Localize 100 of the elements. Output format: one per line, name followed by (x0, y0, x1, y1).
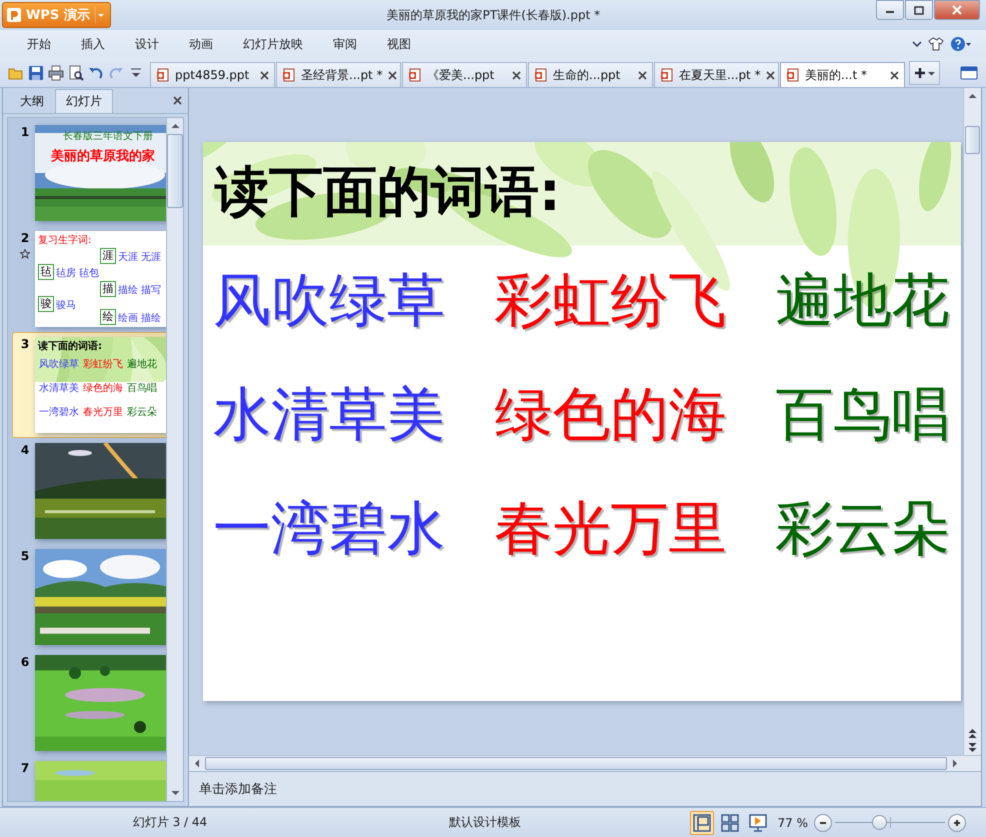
slide-word: 水清草美 (213, 382, 446, 446)
window-title: 美丽的草原我的家PT课件(长春版).ppt * (386, 6, 602, 24)
slide-word: 彩云朵 (776, 496, 951, 560)
slide-word: 水清草美 (39, 382, 79, 395)
slide-word: 彩虹纷飞 (83, 358, 123, 371)
character: 涯 (100, 248, 116, 264)
slide-number: 7 (20, 761, 30, 775)
wps-logo-icon (7, 8, 21, 22)
presentation-file-icon (156, 68, 170, 82)
slide-word: 春光万里 (83, 406, 123, 419)
zoom-out-button[interactable] (814, 814, 832, 832)
slide-counter: 幻灯片 3 / 44 (132, 814, 208, 831)
menu-item[interactable]: 动画 (174, 36, 228, 52)
close-button[interactable] (934, 0, 980, 20)
slide-word: 风吹绿草 (213, 268, 446, 332)
slide-word: 绿色的海 (83, 382, 123, 395)
zoom-in-button[interactable] (948, 814, 966, 832)
printer-icon[interactable] (48, 64, 64, 80)
slide-number: 2 (20, 231, 30, 245)
notes-placeholder[interactable]: 单击添加备注 (199, 780, 277, 798)
word-pair: 描绘 描写 (118, 284, 162, 297)
view-button[interactable] (690, 810, 714, 834)
slide-number: 1 (20, 125, 30, 139)
print-preview-icon[interactable] (68, 64, 84, 80)
maximize-button[interactable] (905, 0, 933, 20)
scroll-up-icon[interactable] (968, 92, 977, 100)
caret-icon (94, 7, 106, 23)
slide-number: 3 (20, 337, 30, 351)
slide-word: 彩虹纷飞 (494, 268, 728, 332)
slide-word: 绿色的海 (494, 382, 728, 446)
menu-item[interactable]: 开始 (12, 36, 66, 52)
slide-thumbnail[interactable]: 长春版三年语文下册 美丽的草原我的家 (35, 125, 166, 221)
character: 毡 (38, 264, 54, 280)
character: 绘 (100, 309, 116, 325)
panel-tab[interactable]: 大纲 (9, 89, 55, 113)
grid-view-icon (720, 812, 740, 832)
document-tab[interactable]: 圣经背景...pt * (276, 62, 401, 87)
slide-word: 一湾碧水 (213, 496, 446, 560)
slide-number: 5 (20, 549, 30, 563)
zoom-reading: 77 % (778, 816, 808, 830)
document-tab[interactable]: 在夏天里...pt * (654, 62, 779, 87)
close-tab-icon[interactable] (638, 70, 647, 80)
scroll-right-icon[interactable] (951, 759, 959, 768)
menu-item[interactable]: 插入 (66, 36, 120, 52)
menu-item[interactable]: 审阅 (318, 36, 372, 52)
new-tab-button[interactable] (909, 60, 940, 84)
close-icon[interactable] (173, 96, 182, 105)
scroll-down-icon[interactable] (170, 789, 180, 797)
minimize-button[interactable] (876, 0, 904, 20)
slide-word: 一湾碧水 (39, 406, 79, 419)
close-tab-icon[interactable] (766, 70, 775, 80)
character: 描 (100, 281, 116, 297)
slide-word: 百鸟唱 (127, 382, 157, 395)
document-tab[interactable]: 生命的...ppt (528, 62, 653, 87)
document-tab[interactable]: 《爱美...ppt (402, 62, 527, 87)
scrollbar-thumb[interactable] (167, 134, 183, 208)
slide-number: 6 (20, 655, 30, 669)
close-tab-icon[interactable] (890, 70, 899, 80)
next-slide-icon[interactable] (968, 742, 977, 752)
layout-icon[interactable] (960, 66, 978, 80)
close-tab-icon[interactable] (388, 70, 397, 80)
document-tab[interactable]: 美丽的...t * (780, 62, 905, 87)
slide-title: 读下面的词语: (38, 340, 102, 353)
scrollbar-thumb[interactable] (205, 757, 947, 770)
slideshow-icon (748, 812, 768, 832)
presentation-file-icon (660, 68, 674, 82)
close-tab-icon[interactable] (512, 70, 521, 80)
menu-item[interactable]: 幻灯片放映 (228, 36, 318, 52)
scrollbar-thumb[interactable] (965, 126, 980, 154)
shirt-icon[interactable] (928, 36, 944, 52)
chevron-down-icon[interactable] (912, 40, 922, 48)
menu-item[interactable]: 设计 (120, 36, 174, 52)
menu-item[interactable]: 视图 (372, 36, 426, 52)
word-pair: 绘画 描绘 (118, 312, 162, 325)
close-icon (952, 5, 962, 15)
slide-word: 遍地花 (776, 268, 951, 332)
document-tab[interactable]: ppt4859.ppt (150, 62, 275, 87)
word-pair: 毡房 毡包 (56, 266, 100, 280)
scroll-left-icon[interactable] (193, 759, 201, 768)
plus-icon (914, 66, 926, 78)
scroll-up-icon[interactable] (170, 122, 180, 130)
normal-view-icon (692, 812, 712, 832)
slide-thumbnail[interactable]: 读下面的词语: 风吹绿草 彩虹纷飞 遍地花 水清草美 绿色的海 百鸟唱 一湾碧水 春光万里 彩云朵 (35, 337, 166, 433)
maximize-icon (914, 6, 924, 14)
slide-title: 美丽的草原我的家 (51, 148, 155, 165)
zoom-slider-thumb[interactable] (872, 815, 887, 830)
slide-title: 读下面的词语: (215, 160, 562, 224)
close-tab-icon[interactable] (260, 70, 269, 80)
slide-number: 4 (20, 443, 30, 457)
slide-thumbnail[interactable]: 复习生字词: 涯 天涯 无涯 毡 毡房 毡包 描 描绘 描写 骏 骏马 绘 绘画 描绘 (35, 231, 166, 327)
slide-word: 彩云朵 (127, 406, 157, 419)
previous-slide-icon[interactable] (968, 729, 977, 739)
template-name: 默认设计模板 (448, 814, 522, 831)
slide-word: 春光万里 (494, 496, 728, 560)
help-icon[interactable] (950, 36, 972, 52)
slide-word: 风吹绿草 (39, 358, 79, 371)
presentation-file-icon (534, 68, 548, 82)
presentation-file-icon (408, 68, 422, 82)
panel-tab[interactable]: 幻灯片 (55, 89, 113, 113)
presentation-file-icon (786, 68, 800, 82)
